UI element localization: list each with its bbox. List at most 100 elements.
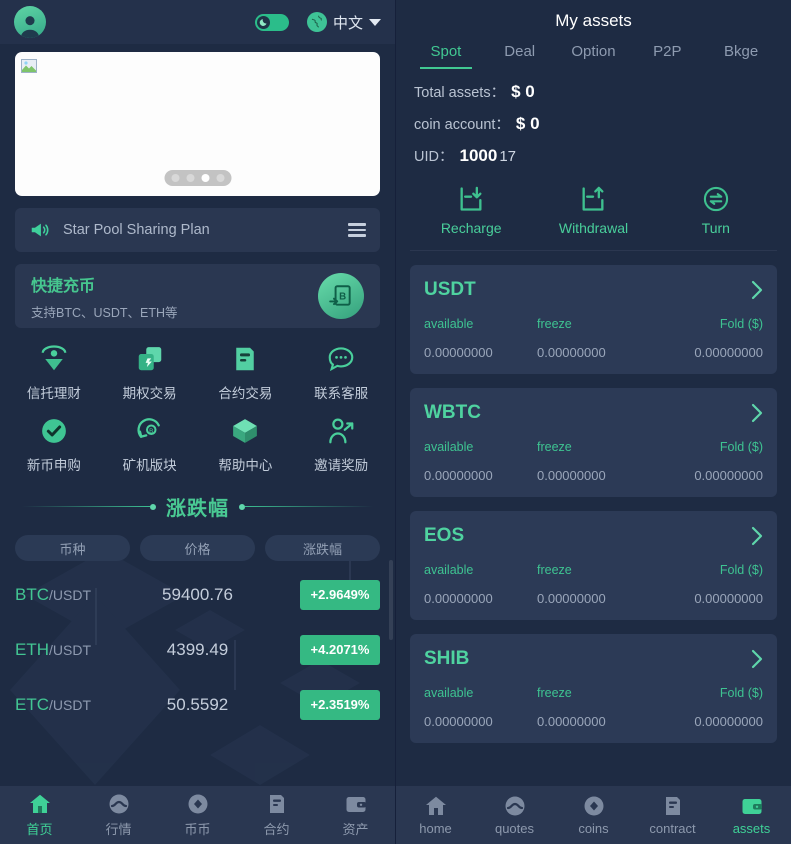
change-pill: +2.9649% bbox=[300, 579, 381, 610]
menu-item-invite-reward[interactable]: 邀请奖励 bbox=[293, 416, 389, 474]
label-available: available bbox=[424, 563, 474, 577]
tab-option[interactable]: Option bbox=[560, 43, 628, 69]
hamburger-icon[interactable] bbox=[348, 223, 366, 237]
menu-item-new-coin[interactable]: 新币申购 bbox=[6, 416, 102, 474]
quick-recharge-title: 快捷充币 bbox=[31, 277, 96, 295]
chevron-right-icon[interactable] bbox=[751, 403, 763, 423]
nav-label: assets bbox=[732, 821, 771, 836]
pair-quote: /USDT bbox=[49, 641, 91, 658]
menu-item-mining[interactable]: B 矿机版块 bbox=[102, 416, 198, 474]
contract-icon bbox=[269, 795, 284, 813]
asset-card-eos[interactable]: EOS available freeze Fold ($) 0.00000000… bbox=[410, 511, 777, 620]
asset-tabs: Spot Deal Option P2P Bkge bbox=[396, 31, 791, 69]
market-rows: BTC/USDT 59400.76 +2.9649% ETH/USDT 4399… bbox=[0, 567, 395, 732]
carousel-dot[interactable] bbox=[186, 174, 194, 182]
column-header-price[interactable]: 价格 bbox=[140, 535, 255, 561]
language-label: 中文 bbox=[332, 14, 363, 32]
carousel-dots[interactable] bbox=[164, 170, 231, 186]
value-freeze: 0.00000000 bbox=[537, 714, 606, 729]
menu-item-trust-finance[interactable]: 信托理财 bbox=[6, 344, 102, 402]
app-screen: 中文 Star Pool Sharing Plan 快捷充币 支持BTC、USD… bbox=[0, 0, 791, 844]
nav-item-assets[interactable]: 资产 bbox=[316, 792, 395, 838]
market-section: 涨跌幅 币种 价格 涨跌幅 BTC/USDT 59400.76 +2.9649% bbox=[0, 492, 395, 732]
transfer-icon bbox=[703, 186, 728, 212]
tab-bkge[interactable]: Bkge bbox=[707, 43, 775, 69]
asset-values: 0.00000000 0.00000000 0.00000000 bbox=[424, 591, 763, 606]
chevron-right-icon[interactable] bbox=[751, 649, 763, 669]
asset-card-wbtc[interactable]: WBTC available freeze Fold ($) 0.0000000… bbox=[410, 388, 777, 497]
coin-account-value: $ 0 bbox=[515, 114, 540, 133]
asset-card-shib[interactable]: SHIB available freeze Fold ($) 0.0000000… bbox=[410, 634, 777, 743]
coin-account-row: coin account： $ 0 bbox=[414, 113, 773, 134]
table-row[interactable]: BTC/USDT 59400.76 +2.9649% bbox=[0, 567, 395, 622]
nav-item-contract[interactable]: contract bbox=[633, 794, 712, 836]
nav-item-quotes[interactable]: quotes bbox=[475, 794, 554, 836]
value-freeze: 0.00000000 bbox=[537, 591, 606, 606]
scrollbar[interactable] bbox=[389, 560, 393, 640]
tab-deal[interactable]: Deal bbox=[486, 43, 554, 69]
nav-item-assets[interactable]: assets bbox=[712, 794, 791, 836]
home-icon bbox=[29, 794, 50, 813]
carousel-dot[interactable] bbox=[216, 174, 224, 182]
nav-item-contract[interactable]: 合约 bbox=[237, 792, 316, 838]
asset-card-header: WBTC bbox=[424, 402, 763, 424]
nav-item-coins[interactable]: 币币 bbox=[158, 792, 237, 838]
nav-item-coins[interactable]: coins bbox=[554, 794, 633, 836]
quick-menu-grid: 信托理财 期权交易 合约交易 联系客服 新币申购 B 矿机版块 帮助中心 邀请奖… bbox=[6, 344, 389, 474]
uid-value: 1000 bbox=[459, 146, 498, 165]
label-available: available bbox=[424, 440, 474, 454]
carousel-dot-active[interactable] bbox=[201, 174, 209, 182]
table-row[interactable]: ETC/USDT 50.5592 +2.3519% bbox=[0, 677, 395, 732]
broken-image-icon bbox=[21, 59, 37, 73]
market-pair: BTC/USDT bbox=[15, 585, 137, 605]
chevron-right-icon[interactable] bbox=[751, 280, 763, 300]
menu-item-label: 邀请奖励 bbox=[314, 458, 369, 473]
recharge-button[interactable]: Recharge bbox=[410, 185, 532, 236]
withdrawal-button[interactable]: Withdrawal bbox=[532, 185, 654, 236]
market-column-headers: 币种 价格 涨跌幅 bbox=[15, 535, 380, 561]
account-summary: Total assets： $ 0 coin account： $ 0 UID：… bbox=[396, 69, 791, 166]
nav-label: 行情 bbox=[105, 822, 132, 837]
tab-spot[interactable]: Spot bbox=[412, 43, 480, 69]
svg-text:B: B bbox=[339, 291, 346, 302]
asset-values: 0.00000000 0.00000000 0.00000000 bbox=[424, 468, 763, 483]
language-selector[interactable]: 中文 bbox=[306, 12, 381, 33]
withdrawal-icon bbox=[582, 186, 604, 211]
menu-item-label: 期权交易 bbox=[122, 386, 177, 401]
label-freeze: freeze bbox=[537, 440, 572, 454]
dark-mode-toggle[interactable] bbox=[254, 13, 289, 31]
contract-icon bbox=[665, 797, 680, 815]
transfer-button[interactable]: Turn bbox=[655, 185, 777, 236]
value-available: 0.00000000 bbox=[424, 468, 493, 483]
table-row[interactable]: ETH/USDT 4399.49 +4.2071% bbox=[0, 622, 395, 677]
chevron-down-icon bbox=[369, 18, 381, 26]
action-label: Recharge bbox=[440, 220, 502, 236]
pair-quote: /USDT bbox=[49, 586, 91, 603]
menu-item-contract-trade[interactable]: 合约交易 bbox=[198, 344, 294, 402]
menu-item-help-center[interactable]: 帮助中心 bbox=[198, 416, 294, 474]
column-header-symbol[interactable]: 币种 bbox=[15, 535, 130, 561]
announcement-bar[interactable]: Star Pool Sharing Plan bbox=[15, 208, 380, 252]
column-header-change[interactable]: 涨跌幅 bbox=[265, 535, 380, 561]
menu-item-label: 联系客服 bbox=[314, 386, 369, 401]
carousel-dot[interactable] bbox=[171, 174, 179, 182]
nav-item-quotes[interactable]: 行情 bbox=[79, 792, 158, 838]
nav-item-home[interactable]: 首页 bbox=[0, 792, 79, 838]
pair-quote: /USDT bbox=[49, 696, 91, 713]
banner-carousel[interactable] bbox=[15, 52, 380, 196]
quick-recharge-card[interactable]: 快捷充币 支持BTC、USDT、ETH等 B bbox=[15, 264, 380, 328]
menu-item-option-trade[interactable]: 期权交易 bbox=[102, 344, 198, 402]
tab-p2p[interactable]: P2P bbox=[633, 43, 701, 69]
toggle-knob bbox=[256, 15, 270, 29]
nav-item-home[interactable]: home bbox=[396, 794, 475, 836]
avatar[interactable] bbox=[14, 6, 46, 38]
asset-values: 0.00000000 0.00000000 0.00000000 bbox=[424, 345, 763, 360]
market-price: 59400.76 bbox=[162, 584, 233, 604]
coins-icon bbox=[584, 796, 603, 816]
menu-item-label: 新币申购 bbox=[26, 458, 81, 473]
asset-card-usdt[interactable]: USDT available freeze Fold ($) 0.0000000… bbox=[410, 265, 777, 374]
label-available: available bbox=[424, 317, 474, 331]
menu-item-customer-service[interactable]: 联系客服 bbox=[293, 344, 389, 402]
chevron-right-icon[interactable] bbox=[751, 526, 763, 546]
user-icon bbox=[20, 16, 40, 38]
